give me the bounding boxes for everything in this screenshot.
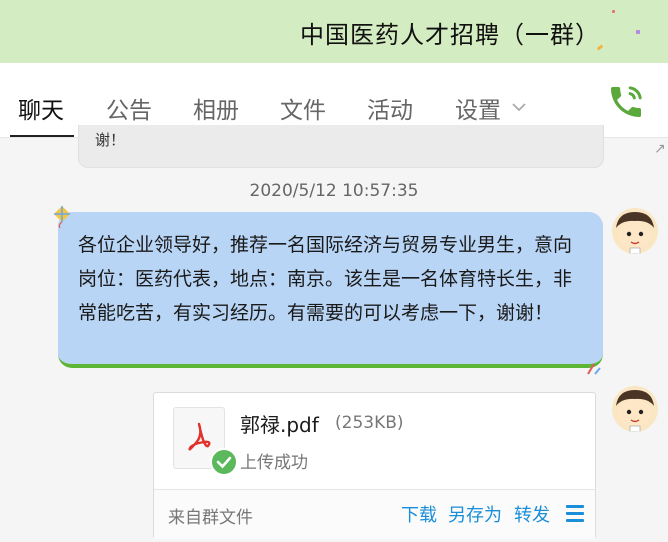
tab-activities[interactable]: 活动 (367, 91, 413, 125)
tab-announcements[interactable]: 公告 (106, 91, 152, 125)
save-as-link[interactable]: 另存为 (448, 501, 502, 527)
title-bar: 中国医药人才招聘（一群） (0, 0, 668, 63)
expand-arrow-icon[interactable]: ↗ (654, 141, 666, 157)
tab-album[interactable]: 相册 (193, 91, 239, 125)
active-tab-indicator (10, 135, 74, 137)
confetti-decoration (636, 30, 640, 34)
previous-message-text: 谢！ (95, 131, 126, 149)
download-link[interactable]: 下载 (401, 501, 437, 527)
sender-avatar[interactable] (612, 386, 658, 432)
file-message-card[interactable]: 郭禄.pdf (253KB) 上传成功 来自群文件 下载 另存为 转发 (153, 392, 596, 539)
more-menu-icon[interactable] (566, 505, 584, 526)
forward-link[interactable]: 转发 (514, 501, 550, 527)
sender-avatar[interactable] (612, 208, 658, 254)
tab-files[interactable]: 文件 (280, 91, 326, 125)
check-icon (216, 456, 232, 469)
upload-status: 上传成功 (240, 453, 308, 473)
tab-chat[interactable]: 聊天 (18, 91, 64, 125)
message-text: 各位企业领导好，推荐一名国际经济与贸易专业男生，意向岗位：医药代表，地点：南京。… (78, 234, 573, 324)
message-timestamp: 2020/5/12 10:57:35 (249, 181, 419, 201)
message-bubble: 各位企业领导好，推荐一名国际经济与贸易专业男生，意向岗位：医药代表，地点：南京。… (58, 212, 603, 368)
file-name[interactable]: 郭禄.pdf (240, 409, 319, 438)
file-card-footer: 来自群文件 下载 另存为 转发 (154, 489, 595, 539)
cartoon-face-icon (616, 212, 654, 254)
previous-message-bubble: 谢！ (78, 125, 604, 168)
file-source-label: 来自群文件 (168, 508, 253, 528)
confetti-decoration (612, 10, 615, 13)
cartoon-face-icon (616, 390, 654, 432)
upload-success-icon (210, 448, 238, 476)
kite-decoration-icon (54, 206, 70, 228)
confetti-decoration-icon (587, 363, 601, 375)
phone-icon[interactable] (606, 82, 646, 122)
tab-settings[interactable]: 设置 (455, 91, 501, 125)
group-title: 中国医药人才招聘（一群） (300, 21, 600, 49)
chevron-down-icon[interactable] (512, 103, 526, 112)
file-size: (253KB) (335, 413, 404, 433)
